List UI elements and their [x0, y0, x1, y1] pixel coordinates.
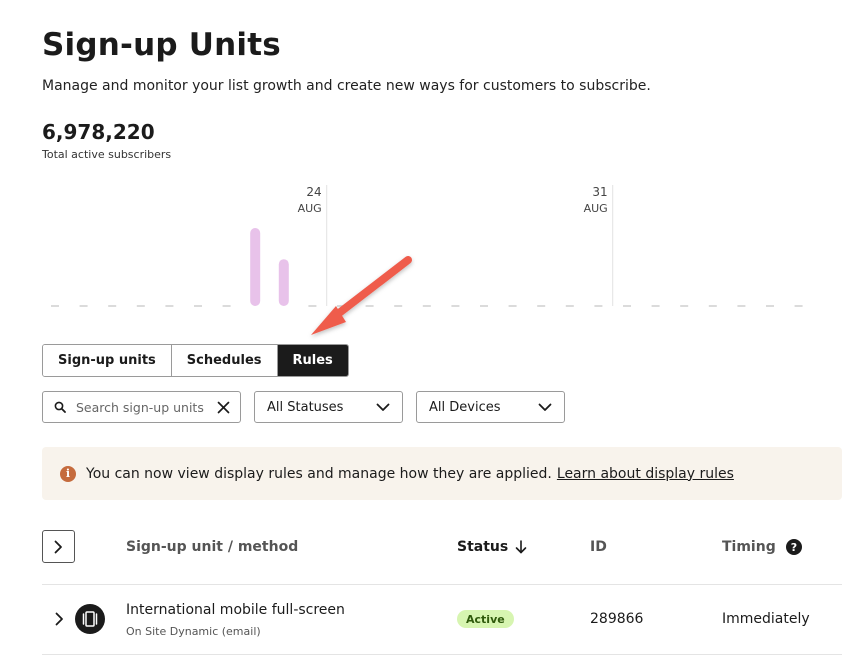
device-filter-select[interactable]: All Devices [416, 391, 565, 423]
device-filter-value: All Devices [429, 399, 501, 415]
help-icon[interactable]: ? [786, 539, 802, 555]
table-row-divider [42, 654, 842, 655]
tab-sign-up-units[interactable]: Sign-up units [43, 345, 171, 376]
column-header-id[interactable]: ID [590, 539, 607, 555]
annotation-arrow [311, 256, 412, 335]
chart-bar [278, 259, 289, 306]
chart-marker-month: AUG [584, 202, 608, 215]
table-header-divider [42, 584, 842, 585]
total-subscribers-value: 6,978,220 [42, 120, 155, 144]
full-screen-unit-icon [75, 604, 105, 634]
tab-rules[interactable]: Rules [276, 345, 348, 376]
learn-about-display-rules-link[interactable]: Learn about display rules [557, 466, 734, 482]
sign-up-unit-name-link[interactable]: International mobile full-screen [126, 602, 345, 618]
search-icon [54, 401, 66, 413]
page-subtitle: Manage and monitor your list growth and … [42, 78, 651, 94]
chevron-right-icon [54, 540, 62, 553]
sign-up-unit-timing: Immediately [722, 611, 810, 627]
column-header-name[interactable]: Sign-up unit / method [126, 539, 298, 555]
info-icon: i [60, 465, 76, 482]
chevron-down-icon [538, 403, 552, 411]
expand-all-button[interactable] [42, 530, 75, 563]
tab-schedules[interactable]: Schedules [170, 345, 277, 376]
banner-text: You can now view display rules and manag… [86, 465, 552, 482]
sort-descending-icon [515, 540, 527, 554]
page-title: Sign-up Units [42, 27, 281, 63]
status-filter-select[interactable]: All Statuses [254, 391, 403, 423]
chevron-right-icon [55, 612, 63, 626]
search-field [42, 391, 241, 423]
status-filter-value: All Statuses [267, 399, 344, 415]
subscriber-growth-chart: 24 AUG 31 AUG [51, 185, 803, 307]
chevron-down-icon [376, 403, 390, 411]
chart-marker-month: AUG [298, 202, 322, 215]
info-banner: i You can now view display rules and man… [42, 447, 842, 500]
chart-marker-day: 24 [306, 185, 321, 199]
view-tabs: Sign-up units Schedules Rules [42, 344, 349, 377]
sign-up-unit-method: On Site Dynamic (email) [126, 625, 261, 638]
chart-bar [250, 228, 261, 306]
column-header-timing[interactable]: Timing [722, 539, 776, 555]
search-input[interactable] [76, 399, 204, 415]
column-header-status[interactable]: Status [457, 539, 527, 555]
chart-marker-day: 31 [592, 185, 607, 199]
status-badge: Active [457, 610, 514, 628]
column-header-status-label: Status [457, 539, 509, 555]
row-expand-button[interactable] [51, 611, 67, 627]
clear-search-icon[interactable] [217, 401, 230, 414]
total-subscribers-label: Total active subscribers [42, 148, 172, 161]
sign-up-unit-id: 289866 [590, 611, 644, 627]
